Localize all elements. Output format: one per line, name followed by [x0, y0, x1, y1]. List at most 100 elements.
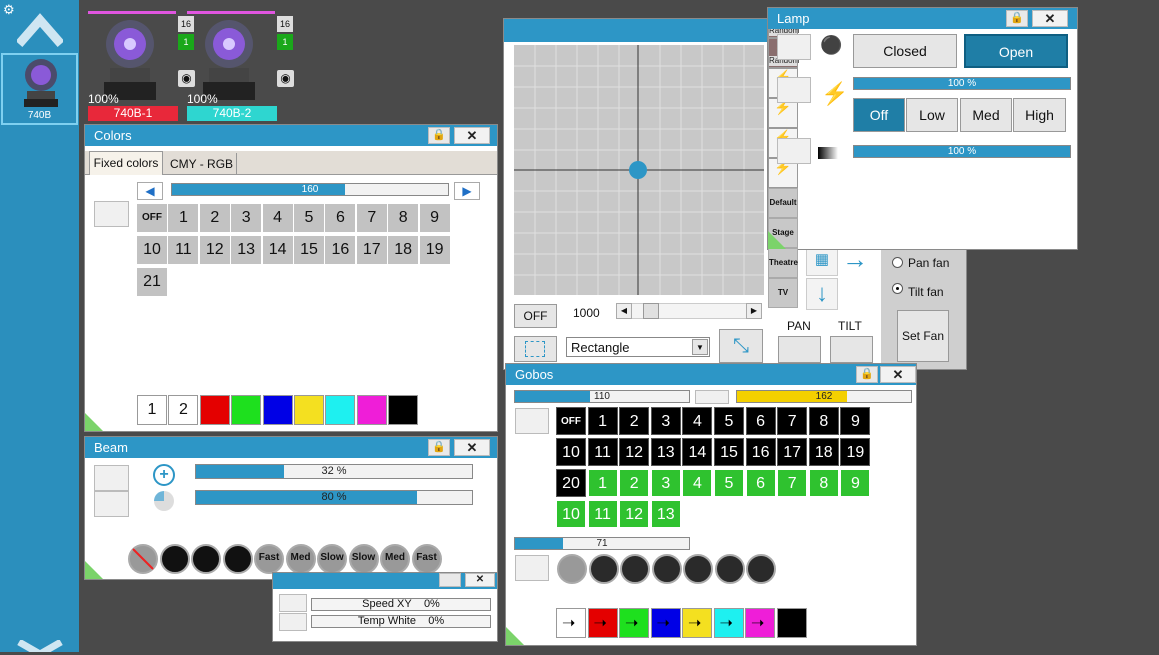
closed-button[interactable]: Closed: [853, 34, 957, 68]
color-swatch[interactable]: [356, 395, 387, 425]
gobo-cell-green[interactable]: 9: [840, 469, 871, 497]
color-cell[interactable]: 11: [168, 236, 199, 264]
color-cell[interactable]: 2: [199, 204, 230, 232]
fixture-eye-icon[interactable]: ◉: [277, 70, 294, 87]
tab-fixed-colors[interactable]: Fixed colors: [89, 151, 163, 175]
color-cell[interactable]: 12: [199, 236, 230, 264]
select-area-button[interactable]: [514, 336, 557, 362]
scroll-left-button[interactable]: ◀: [616, 303, 632, 319]
beam-effect-button[interactable]: [222, 544, 253, 574]
color-cell[interactable]: 4: [262, 204, 293, 232]
gobo-cell[interactable]: 10: [556, 438, 586, 466]
color-swatch[interactable]: [200, 395, 230, 425]
open-button[interactable]: Open: [964, 34, 1068, 68]
color-cell[interactable]: OFF: [137, 204, 167, 232]
color-swatch[interactable]: [262, 395, 293, 425]
set-fan-button[interactable]: Set Fan: [897, 310, 949, 362]
gobo-cell[interactable]: 13: [650, 438, 681, 466]
beam-effect-button[interactable]: Fast: [411, 544, 442, 574]
color-cell[interactable]: 14: [262, 236, 293, 264]
gobo-wheel2-button[interactable]: [557, 554, 587, 584]
gobo-cell-green[interactable]: 1: [587, 469, 618, 497]
color-cell[interactable]: 21: [137, 268, 167, 296]
close-button[interactable]: ✕: [454, 439, 490, 456]
beam-effect-button[interactable]: [159, 544, 190, 574]
dimmer-bar[interactable]: 100 %: [853, 77, 1071, 90]
gobo-color-swatch[interactable]: ➝: [556, 608, 586, 638]
lamp-mode-button[interactable]: TV: [768, 278, 798, 308]
gobo-middle-button[interactable]: [695, 390, 729, 404]
frost-button[interactable]: [94, 491, 129, 517]
close-button[interactable]: ✕: [880, 366, 916, 383]
temp-white-button[interactable]: [279, 613, 307, 631]
lock-icon[interactable]: [439, 573, 461, 587]
add-corner-icon[interactable]: [768, 231, 786, 249]
gobo-cell[interactable]: 2: [619, 407, 650, 435]
speed-slider-thumb[interactable]: [643, 303, 659, 319]
lamp-mode-button[interactable]: Theatre: [768, 248, 798, 278]
gobo-cell[interactable]: 7: [777, 407, 808, 435]
gobo-cell[interactable]: 9: [840, 407, 871, 435]
temp-white-bar[interactable]: Temp White 0%: [311, 615, 491, 628]
gobo-cell-green[interactable]: 11: [587, 500, 618, 528]
gobo-cell-green[interactable]: 3: [650, 469, 681, 497]
gobo-wheel2-button[interactable]: [683, 554, 713, 584]
lock-icon[interactable]: 🔒: [1006, 10, 1028, 27]
intensity-bar[interactable]: 100 %: [853, 145, 1071, 158]
color-swatch[interactable]: [387, 395, 418, 425]
gobo-cell[interactable]: OFF: [556, 407, 586, 435]
lamp-row1-button[interactable]: [777, 34, 811, 60]
lamp-row2-button[interactable]: [777, 77, 811, 103]
scroll-up-icon[interactable]: [15, 10, 65, 48]
gobo-cell-green[interactable]: 4: [682, 469, 713, 497]
gear-icon[interactable]: ⚙: [3, 2, 17, 17]
lock-icon[interactable]: 🔒: [428, 127, 450, 144]
gobo-cell[interactable]: 14: [682, 438, 713, 466]
beam-effect-button[interactable]: Slow: [348, 544, 379, 574]
color-cell[interactable]: 3: [231, 204, 262, 232]
off-button[interactable]: Off: [853, 98, 905, 132]
gobo-cell[interactable]: 18: [808, 438, 839, 466]
add-corner-icon[interactable]: [85, 561, 103, 579]
colors-side-button[interactable]: [94, 201, 129, 227]
pan-button[interactable]: [778, 336, 821, 363]
lock-icon[interactable]: 🔒: [428, 439, 450, 456]
arrow-down-button[interactable]: ↓: [806, 278, 838, 310]
gobo-cell-green[interactable]: 12: [619, 500, 650, 528]
gobo-cell[interactable]: 3: [650, 407, 681, 435]
tilt-fan-radio[interactable]: [892, 283, 903, 294]
color-wheel-bar[interactable]: 160: [171, 183, 449, 196]
pantilt-off-button[interactable]: OFF: [514, 304, 557, 328]
gobo-cell[interactable]: 5: [714, 407, 744, 435]
gobo-wheel2-bar[interactable]: 71: [514, 537, 690, 550]
shape-select[interactable]: Rectangle ▼: [566, 337, 710, 357]
color-swatch[interactable]: [231, 395, 262, 425]
low-button[interactable]: Low: [906, 98, 958, 132]
gobo-cell[interactable]: 11: [587, 438, 618, 466]
color-cell[interactable]: 9: [419, 204, 450, 232]
gobo-color-swatch[interactable]: ➝: [745, 608, 775, 638]
scroll-right-button[interactable]: ▶: [746, 303, 762, 319]
gobo-cell[interactable]: 6: [745, 407, 776, 435]
add-corner-icon[interactable]: [506, 627, 524, 645]
color-swatch-label[interactable]: 2: [168, 395, 199, 425]
pantilt-grid[interactable]: [514, 45, 764, 295]
color-cell[interactable]: 19: [419, 236, 450, 264]
scroll-down-icon[interactable]: [17, 638, 63, 655]
gobo-cell-green[interactable]: 8: [808, 469, 839, 497]
gobo-wheel2-button[interactable]: [746, 554, 776, 584]
arrow-left-icon[interactable]: ◀: [137, 182, 163, 200]
gobo-cell-green[interactable]: 7: [777, 469, 808, 497]
gobo-cell-green[interactable]: 10: [556, 500, 586, 528]
gobo-cell[interactable]: 17: [777, 438, 808, 466]
speed-xy-button[interactable]: [279, 594, 307, 612]
gobo-color-swatch[interactable]: ➝: [619, 608, 649, 638]
close-button[interactable]: ✕: [1032, 10, 1068, 27]
gobo-cell[interactable]: 12: [619, 438, 650, 466]
arrow-right-icon[interactable]: ▶: [454, 182, 480, 200]
gobo-wheel2-button[interactable]: [651, 554, 682, 584]
path-apply-button[interactable]: ⤡: [719, 329, 763, 363]
color-cell[interactable]: 6: [325, 204, 356, 232]
zoom-button[interactable]: [94, 465, 129, 491]
color-cell[interactable]: 5: [294, 204, 324, 232]
